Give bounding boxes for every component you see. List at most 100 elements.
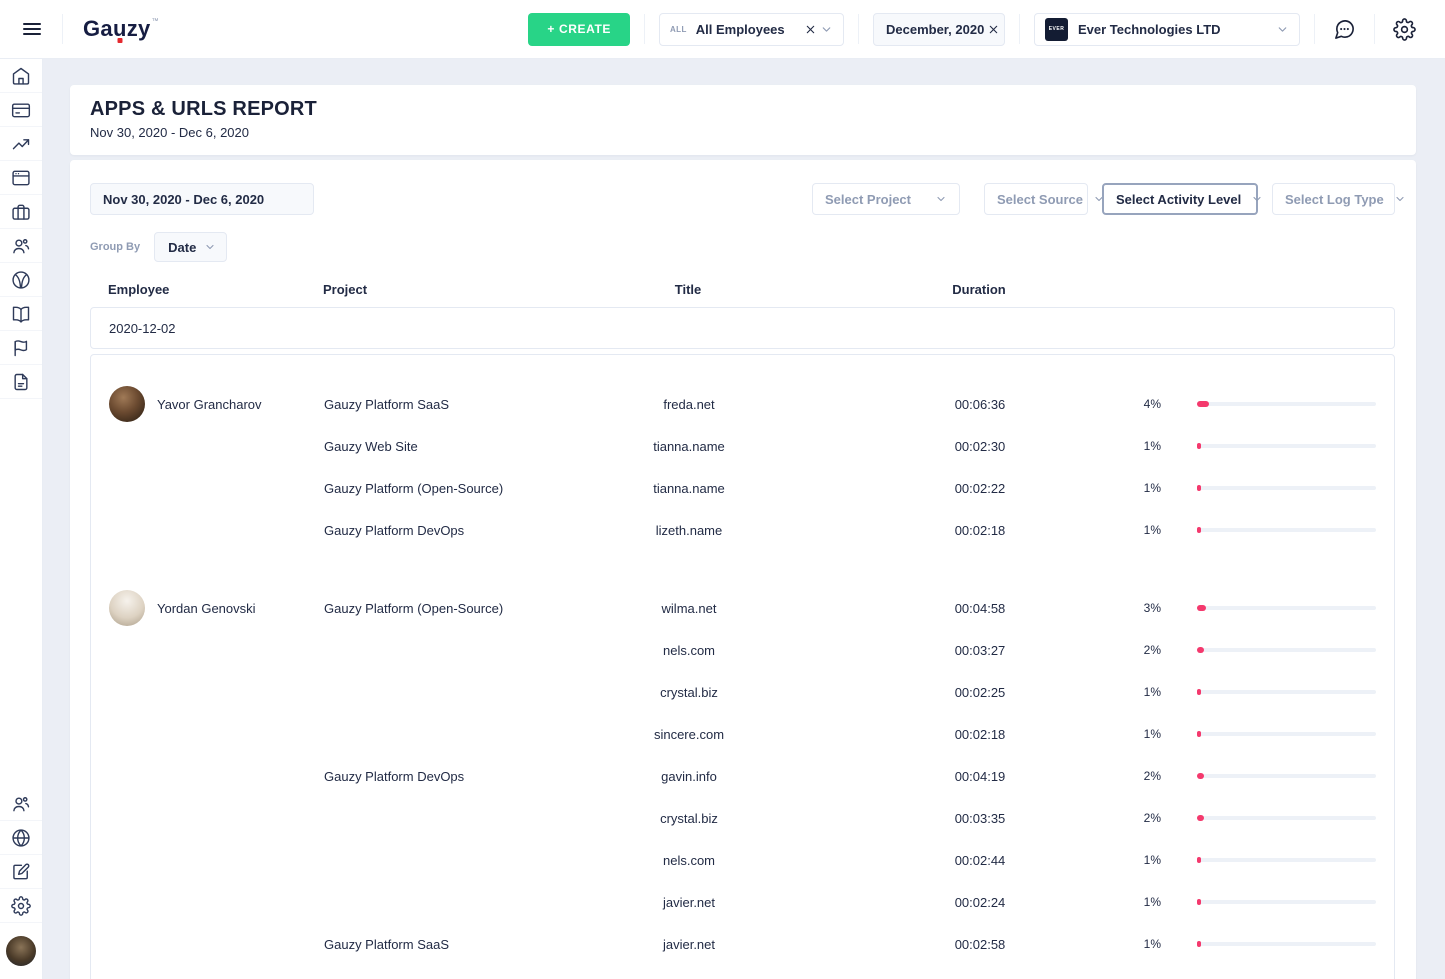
employee-filter-select[interactable]: ALL All Employees [659,13,844,46]
employee-filter-value: All Employees [696,22,801,37]
table-row: Gauzy Platform SaaSjavier.net00:02:581% [91,923,1394,965]
sidebar-item-browser[interactable] [0,161,42,195]
credit-card-icon [11,100,31,120]
title-cell: javier.net [539,937,839,952]
select-project-dropdown[interactable]: Select Project [812,183,960,215]
activity-bar-fill [1197,731,1201,737]
employee-name: Yavor Grancharov [157,397,262,412]
table-row: nels.com00:02:441% [91,839,1394,881]
sidebar-item-credit-card[interactable] [0,93,42,127]
home-icon [11,66,31,86]
sidebar-bottom-items [0,787,42,923]
sidebar-item-settings[interactable] [0,889,42,923]
select-source-dropdown[interactable]: Select Source [984,183,1088,215]
table-row: crystal.biz00:03:352% [91,797,1394,839]
book-icon [11,304,31,324]
report-date-subtitle: Nov 30, 2020 - Dec 6, 2020 [90,125,1396,140]
activity-bar [1197,774,1376,778]
duration-cell: 00:02:18 [839,727,1121,742]
globe-icon [11,828,31,848]
duration-cell: 00:04:58 [839,601,1121,616]
sidebar-item-theme[interactable] [0,855,42,889]
activity-bar-cell [1169,444,1394,448]
activity-bar [1197,486,1376,490]
chevron-down-icon[interactable] [820,23,833,36]
sidebar-item-home[interactable] [0,59,42,93]
title-cell: tianna.name [539,481,839,496]
activity-bar-fill [1197,689,1201,695]
select-log-type-dropdown[interactable]: Select Log Type [1272,183,1395,215]
percent-cell: 4% [1121,397,1169,411]
gear-icon[interactable] [1389,14,1420,45]
activity-bar-fill [1197,527,1201,533]
month-filter-select[interactable]: December, 2020 [873,13,1005,46]
duration-cell: 00:02:24 [839,895,1121,910]
employee-group: Yordan GenovskiGauzy Platform (Open-Sour… [91,587,1394,979]
logo-text: Ga [83,16,113,42]
select-activity-level-dropdown[interactable]: Select Activity Level [1102,183,1258,215]
select-activity-level-label: Select Activity Level [1116,192,1241,207]
divider [1314,14,1315,44]
select-source-label: Select Source [997,192,1083,207]
clear-employee-icon[interactable] [805,24,816,35]
activity-bar-fill [1197,815,1204,821]
sidebar-item-users[interactable] [0,787,42,821]
activity-bar-cell [1169,858,1394,862]
title-cell: gavin.info [539,769,839,784]
table-row: javier.net00:02:241% [91,881,1394,923]
date-group-row: 2020-12-02 [90,307,1395,349]
create-button[interactable]: + CREATE [528,13,630,46]
activity-bar-fill [1197,647,1204,653]
activity-bar-fill [1197,857,1201,863]
sidebar-item-book[interactable] [0,297,42,331]
clear-month-icon[interactable] [988,24,999,35]
sidebar-item-globe[interactable] [0,821,42,855]
chat-icon[interactable] [1329,14,1360,45]
percent-cell: 1% [1121,685,1169,699]
group-by-select[interactable]: Date [154,232,227,262]
organization-select[interactable]: EVER Ever Technologies LTD [1034,13,1300,46]
activity-bar [1197,402,1376,406]
activity-bar-cell [1169,528,1394,532]
activity-bar-fill [1197,485,1201,491]
sidebar-item-briefcase[interactable] [0,195,42,229]
disc-icon [11,270,31,290]
activity-bar-cell [1169,606,1394,610]
report-header-card: APPS & URLS REPORT Nov 30, 2020 - Dec 6,… [70,85,1416,155]
table-row: Yordan GenovskiGauzy Platform (Open-Sour… [91,587,1394,629]
chevron-down-icon [935,193,947,205]
activity-bar-fill [1197,941,1201,947]
sidebar-item-trending-up[interactable] [0,127,42,161]
title-cell: lizeth.name [539,523,839,538]
sidebar-top-items [0,59,42,399]
project-cell: Gauzy Platform (Open-Source) [324,481,539,496]
percent-cell: 1% [1121,853,1169,867]
activity-bar-fill [1197,443,1201,449]
sidebar-item-users[interactable] [0,229,42,263]
chevron-down-icon[interactable] [1276,23,1289,36]
date-range-picker[interactable]: Nov 30, 2020 - Dec 6, 2020 [90,183,314,215]
divider [1019,14,1020,44]
activity-bar-cell [1169,648,1394,652]
user-avatar[interactable] [6,936,36,966]
project-cell: Gauzy Platform DevOps [324,769,539,784]
select-project-label: Select Project [825,192,911,207]
group-by-value: Date [168,240,196,255]
activity-bar [1197,690,1376,694]
percent-cell: 2% [1121,643,1169,657]
gauzy-logo[interactable]: Gauzy™ [83,16,159,42]
percent-cell: 1% [1121,481,1169,495]
column-header-duration: Duration [838,282,1120,297]
sidebar-item-file-text[interactable] [0,365,42,399]
divider [1374,14,1375,44]
activity-bar [1197,444,1376,448]
chevron-down-icon [1394,193,1406,205]
divider [644,14,645,44]
sidebar-item-disc[interactable] [0,263,42,297]
activity-bar-fill [1197,401,1209,407]
duration-cell: 00:02:22 [839,481,1121,496]
activity-bar [1197,606,1376,610]
table-row: javier.net00:03:161% [91,965,1394,979]
hamburger-menu-icon[interactable] [16,13,48,45]
sidebar-item-flag[interactable] [0,331,42,365]
